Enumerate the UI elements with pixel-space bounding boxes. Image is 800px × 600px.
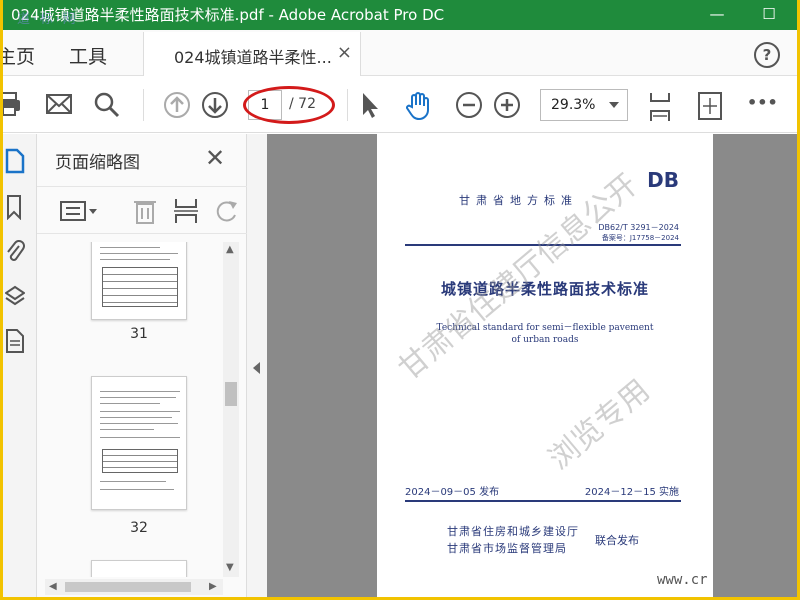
document-title: 城镇道路半柔性路面技术标准 xyxy=(440,280,649,298)
rotate-page-icon[interactable] xyxy=(215,197,239,225)
next-page-icon[interactable] xyxy=(201,91,229,119)
panel-title: 页面缩略图 xyxy=(55,153,140,173)
thumbnail-label: 31 xyxy=(130,326,148,342)
scrollbar-thumb[interactable] xyxy=(225,382,237,406)
previous-page-icon[interactable] xyxy=(163,91,191,119)
tab-row: 主页 工具 024城镇道路半柔性... × xyxy=(3,30,797,76)
document-tab[interactable]: 024城镇道路半柔性... × xyxy=(143,32,361,76)
close-tab-button[interactable]: × xyxy=(337,42,352,63)
nav-tools[interactable]: 工具 xyxy=(69,42,107,69)
print-icon[interactable] xyxy=(3,91,21,117)
toolbar-divider xyxy=(143,89,144,121)
chevron-down-icon xyxy=(609,102,619,108)
scroll-down-icon[interactable]: ▼ xyxy=(226,562,234,573)
panel-toolbar xyxy=(37,186,247,234)
thumbnail-page-32[interactable] xyxy=(91,376,187,510)
thumbnail-page-31[interactable] xyxy=(91,242,187,320)
nav-home[interactable]: 主页 xyxy=(3,42,35,69)
zoom-in-icon[interactable] xyxy=(493,91,521,119)
scroll-up-icon[interactable]: ▲ xyxy=(226,244,234,255)
document-tab-label: 024城镇道路半柔性... xyxy=(174,48,332,67)
search-icon[interactable] xyxy=(93,91,121,119)
document-view[interactable]: DB 甘肃省地方标准 DB62/T 3291－2024 备案号：J17758－2… xyxy=(267,134,797,597)
collapse-arrow-icon[interactable] xyxy=(253,362,260,374)
email-icon[interactable] xyxy=(45,91,73,117)
corner-watermark: 道·标·网 xyxy=(17,12,77,27)
scroll-left-icon[interactable]: ◀ xyxy=(49,581,57,592)
red-annotation-ellipse xyxy=(243,86,335,124)
acrobat-window: 024城镇道路半柔性路面技术标准.pdf - Adobe Acrobat Pro… xyxy=(3,0,797,597)
panel-collapse-strip[interactable] xyxy=(247,134,267,597)
bookmark-icon[interactable] xyxy=(5,194,25,220)
local-standard-label: 甘肃省地方标准 xyxy=(459,194,578,207)
toolbar-divider xyxy=(347,89,348,121)
thumbnail-list: 31 32 xyxy=(45,242,217,577)
horizontal-scrollbar[interactable]: ◀ ▶ xyxy=(45,579,223,595)
more-options-button[interactable]: ••• xyxy=(747,93,778,112)
select-cursor-icon[interactable] xyxy=(359,91,381,119)
publish-date: 2024－09－05 发布 xyxy=(405,487,500,498)
record-number: 备案号：J17758－2024 xyxy=(601,234,679,242)
close-panel-button[interactable]: ✕ xyxy=(205,144,225,172)
attachment-icon[interactable] xyxy=(5,238,25,264)
pdf-page: DB 甘肃省地方标准 DB62/T 3291－2024 备案号：J17758－2… xyxy=(377,134,713,597)
fit-page-icon[interactable] xyxy=(647,91,673,123)
thumbnail-panel: 页面缩略图 ✕ 31 32 ▲ ▼ ◀ ▶ xyxy=(37,134,247,597)
scroll-right-icon[interactable]: ▶ xyxy=(209,581,217,592)
joint-issue-label: 联合发布 xyxy=(595,534,639,547)
watermark-text: 浏览专用 xyxy=(542,372,657,477)
minimize-button[interactable]: — xyxy=(703,3,731,25)
thumbnail-page-33[interactable] xyxy=(91,560,187,577)
maximize-button[interactable]: ☐ xyxy=(755,3,783,25)
issuer-1: 甘肃省住房和城乡建设厅 xyxy=(447,525,579,538)
zoom-out-icon[interactable] xyxy=(455,91,483,119)
zoom-value: 29.3% xyxy=(551,97,596,113)
url-watermark: www.cr xyxy=(657,572,708,588)
document-properties-icon[interactable] xyxy=(5,328,25,354)
footer-rule xyxy=(405,500,681,502)
layers-icon[interactable] xyxy=(5,284,25,310)
full-screen-icon[interactable] xyxy=(697,91,723,121)
standard-db-label: DB xyxy=(647,168,679,192)
toolbar: 1 / 72 29.3% ••• xyxy=(3,77,797,133)
hand-tool-icon[interactable] xyxy=(403,91,433,121)
zoom-select[interactable]: 29.3% xyxy=(540,89,628,121)
delete-page-icon[interactable] xyxy=(133,197,157,225)
effective-date: 2024－12－15 实施 xyxy=(584,487,679,498)
help-button[interactable]: ? xyxy=(754,42,780,68)
thumbnail-scrollbar[interactable]: ▲ ▼ xyxy=(223,242,239,577)
issuer-2: 甘肃省市场监督管理局 xyxy=(447,542,567,555)
thumbnail-options-icon[interactable] xyxy=(59,199,99,223)
page-thumbnails-icon[interactable] xyxy=(5,148,25,174)
extract-page-icon[interactable] xyxy=(173,197,199,225)
left-rail xyxy=(3,134,37,597)
thumbnail-label: 32 xyxy=(130,520,148,536)
title-bar: 024城镇道路半柔性路面技术标准.pdf - Adobe Acrobat Pro… xyxy=(3,0,797,30)
horizontal-scrollbar-thumb[interactable] xyxy=(65,582,191,592)
